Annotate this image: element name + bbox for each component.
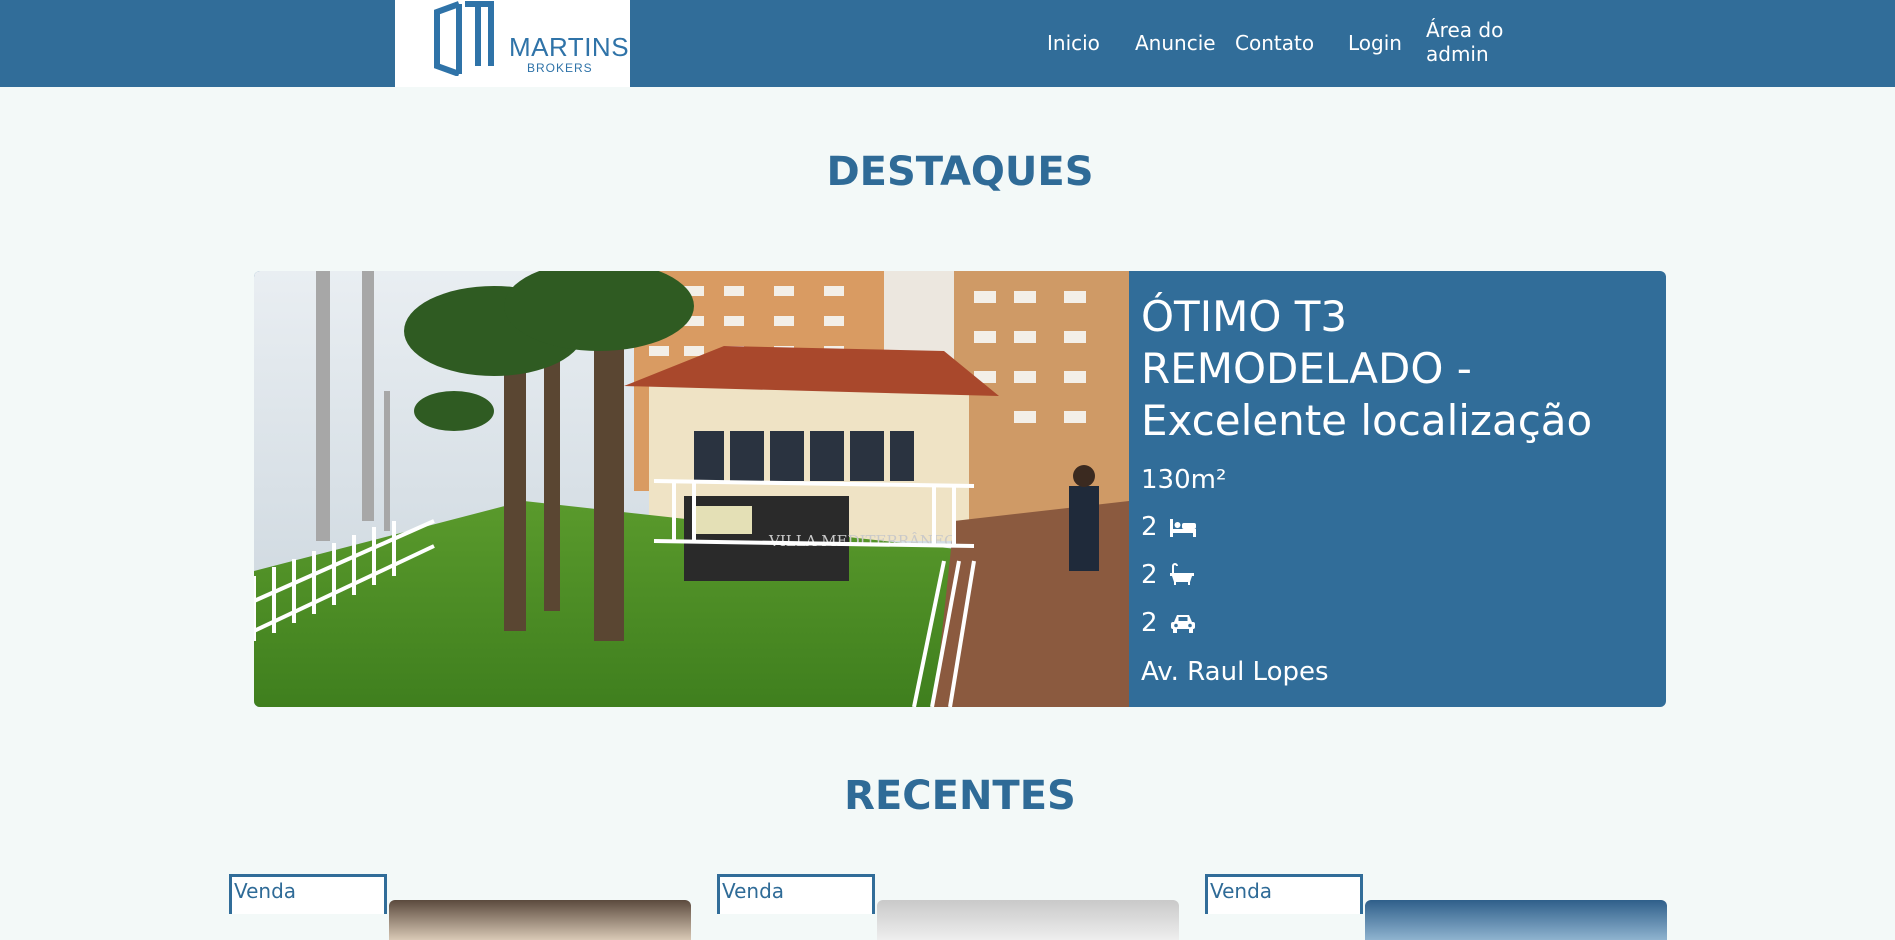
property-photo-illustration: VILLA MEDITERRÂNEO [254, 271, 1129, 707]
area-value: 130m² [1141, 465, 1227, 495]
recent-listing-card[interactable]: Venda [229, 874, 691, 940]
featured-area: 130m² [1141, 465, 1226, 495]
nav-link-inicio[interactable]: Inicio [1047, 31, 1100, 55]
nav-link-login[interactable]: Login [1348, 31, 1402, 55]
featured-bathrooms: 2 [1141, 560, 1194, 590]
featured-listing-title[interactable]: ÓTIMO T3 REMODELADO - Excelente localiza… [1141, 291, 1651, 447]
brand-name: MARTINS [509, 32, 630, 62]
car-icon [1170, 615, 1195, 633]
nav-link-admin-area[interactable]: Área do admin [1426, 18, 1526, 66]
top-navbar: MARTINS BROKERS Inicio Anuncie Contato L… [0, 0, 1895, 87]
listing-type-badge: Venda [229, 874, 387, 914]
address-value: Av. Raul Lopes [1141, 657, 1329, 687]
recent-listing-photo[interactable] [389, 900, 691, 940]
featured-listing-card[interactable]: VILLA MEDITERRÂNEO ÓTIMO T3 REMODELADO -… [254, 271, 1666, 707]
recent-listing-card[interactable]: Venda [717, 874, 1179, 940]
bed-icon [1169, 519, 1196, 537]
bedrooms-value: 2 [1141, 512, 1158, 542]
featured-parking: 2 [1141, 608, 1196, 638]
nav-link-contato[interactable]: Contato [1235, 31, 1314, 55]
featured-address: Av. Raul Lopes [1141, 657, 1329, 687]
recent-listing-photo[interactable] [1365, 900, 1667, 940]
bath-icon [1169, 563, 1194, 585]
logo-mark-icon [434, 1, 494, 76]
brand-tagline: BROKERS [527, 61, 593, 75]
featured-listing-details: ÓTIMO T3 REMODELADO - Excelente localiza… [1141, 271, 1661, 707]
featured-bedrooms: 2 [1141, 512, 1196, 542]
listing-type-badge: Venda [1205, 874, 1363, 914]
photo-sign-text: VILLA MEDITERRÂNEO [768, 532, 956, 550]
recent-listing-photo[interactable] [877, 900, 1179, 940]
brand-logo[interactable]: MARTINS BROKERS [395, 0, 630, 87]
recent-section-title: RECENTES [844, 773, 1076, 819]
listing-type-badge: Venda [717, 874, 875, 914]
parking-value: 2 [1141, 608, 1158, 638]
recent-listing-card[interactable]: Venda [1205, 874, 1667, 940]
bathrooms-value: 2 [1141, 560, 1158, 590]
nav-link-anuncie[interactable]: Anuncie [1135, 31, 1216, 55]
featured-listing-photo[interactable]: VILLA MEDITERRÂNEO [254, 271, 1129, 707]
featured-section-title: DESTAQUES [826, 149, 1094, 195]
